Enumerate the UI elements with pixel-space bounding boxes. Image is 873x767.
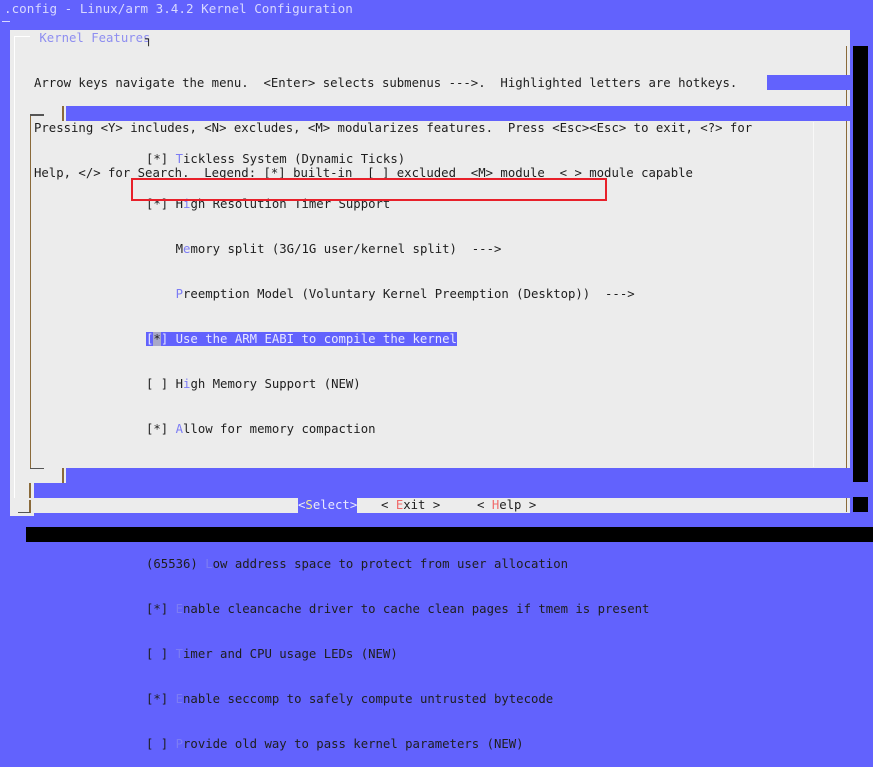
menu-item-memory-split[interactable]: Memory split (3G/1G user/kernel split) -… [146,242,649,257]
menu-box-border-bottom [30,468,44,469]
item-hotkey: E [175,692,184,706]
menu-item-high-memory-support[interactable]: [ ] High Memory Support (NEW) [146,377,649,392]
item-hotkey: P [175,737,184,751]
annotation-highlight-box [131,178,607,201]
menu-item-preemption-model[interactable]: Preemption Model (Voluntary Kernel Preem… [146,287,649,302]
select-button[interactable]: <Select> [298,498,358,513]
menu-item-arm-eabi[interactable]: [*] Use the ARM EABI to compile the kern… [146,332,649,347]
legend-blue-block [767,75,853,90]
item-hotkey: P [175,287,184,301]
separator-tick [29,483,31,498]
help-line-1: Arrow keys navigate the menu. <Enter> se… [34,76,738,90]
item-label: nable seccomp to safely compute untruste… [183,692,554,706]
menu-right-edge [813,122,814,467]
exit-button[interactable]: < Exit > [381,498,440,513]
bottom-corner [18,512,30,513]
menu-item-memory-compaction[interactable]: [*] Allow for memory compaction [146,422,649,437]
item-label: mory split (3G/1G user/kernel split) ---… [190,242,502,256]
item-state [146,287,176,301]
item-label: llow for memory compaction [183,422,376,436]
item-label: gh Memory Support (NEW) [190,377,361,391]
btn-label: elp [499,498,522,512]
item-hotkey: T [175,152,184,166]
btn-hotkey: S [305,498,313,512]
btn-label: elect [312,498,350,512]
separator-bar [34,483,853,498]
item-hotkey: T [175,647,184,661]
btn-bracket: < [381,498,396,512]
item-state: [*] [146,422,176,436]
item-state [146,242,176,256]
title-corner-glyph: ┐ [145,32,153,46]
menu-item-low-address-space[interactable]: (65536) Low address space to protect fro… [146,557,649,572]
item-value: (65536) [146,557,206,571]
item-label: ow address space to protect from user al… [212,557,569,571]
help-button[interactable]: < Help > [477,498,536,513]
item-label-start: H [175,377,184,391]
item-state: [*] [146,692,176,706]
btn-bracket: > [349,498,358,512]
item-label: reemption Model (Voluntary Kernel Preemp… [183,287,635,301]
dialog-shadow-right [853,46,868,482]
btn-bracket: > [425,498,441,512]
menu-top-bar [66,106,853,121]
item-state: [ ] [146,737,176,751]
item-label: imer and CPU usage LEDs (NEW) [183,647,398,661]
menu-bottom-bar [66,468,853,483]
item-label: nable cleancache driver to cache clean p… [183,602,650,616]
item-state: [ ] [146,377,176,391]
window-title: .config - Linux/arm 3.4.2 Kernel Configu… [4,1,353,16]
item-state: [ ] [146,647,176,661]
item-state: [*] [146,152,176,166]
item-label: rovide old way to pass kernel parameters… [183,737,524,751]
dialog-border-top [14,36,30,37]
item-label: Use the ARM EABI to compile the kernel [175,332,457,346]
item-hotkey: A [175,422,184,436]
dialog-title: Kernel Features [32,31,160,46]
menu-top-tick [62,106,64,121]
item-state-cursor: * [153,332,161,346]
title-underline [2,21,10,22]
item-hotkey: E [175,602,184,616]
btn-bracket: < [477,498,492,512]
selected-row: [*] Use the ARM EABI to compile the kern… [146,332,457,346]
menu-item-old-kernel-params[interactable]: [ ] Provide old way to pass kernel param… [146,737,649,752]
menu-item-seccomp[interactable]: [*] Enable seccomp to safely compute unt… [146,692,649,707]
menu-item-cleancache[interactable]: [*] Enable cleancache driver to cache cl… [146,602,649,617]
menu-box-border-top [30,114,44,116]
btn-bracket: > [521,498,537,512]
menu-box-border-left [30,114,31,469]
item-label: ickless System (Dynamic Ticks) [183,152,406,166]
bottom-bar [34,513,853,527]
dialog-shadow-right-lower [853,497,868,512]
dialog-border-left [14,36,17,498]
item-hotkey: L [205,557,213,571]
item-label-start: M [175,242,184,256]
btn-label: xit [403,498,426,512]
item-state-close: ] [160,332,176,346]
item-state: [*] [146,602,176,616]
menu-list: [*] Tickless System (Dynamic Ticks) [*] … [146,122,649,767]
menu-item-timer-cpu-leds[interactable]: [ ] Timer and CPU usage LEDs (NEW) [146,647,649,662]
dialog-border-right-lower [846,497,847,512]
menu-item-tickless-system[interactable]: [*] Tickless System (Dynamic Ticks) [146,152,649,167]
menu-bottom-tick [62,468,64,483]
